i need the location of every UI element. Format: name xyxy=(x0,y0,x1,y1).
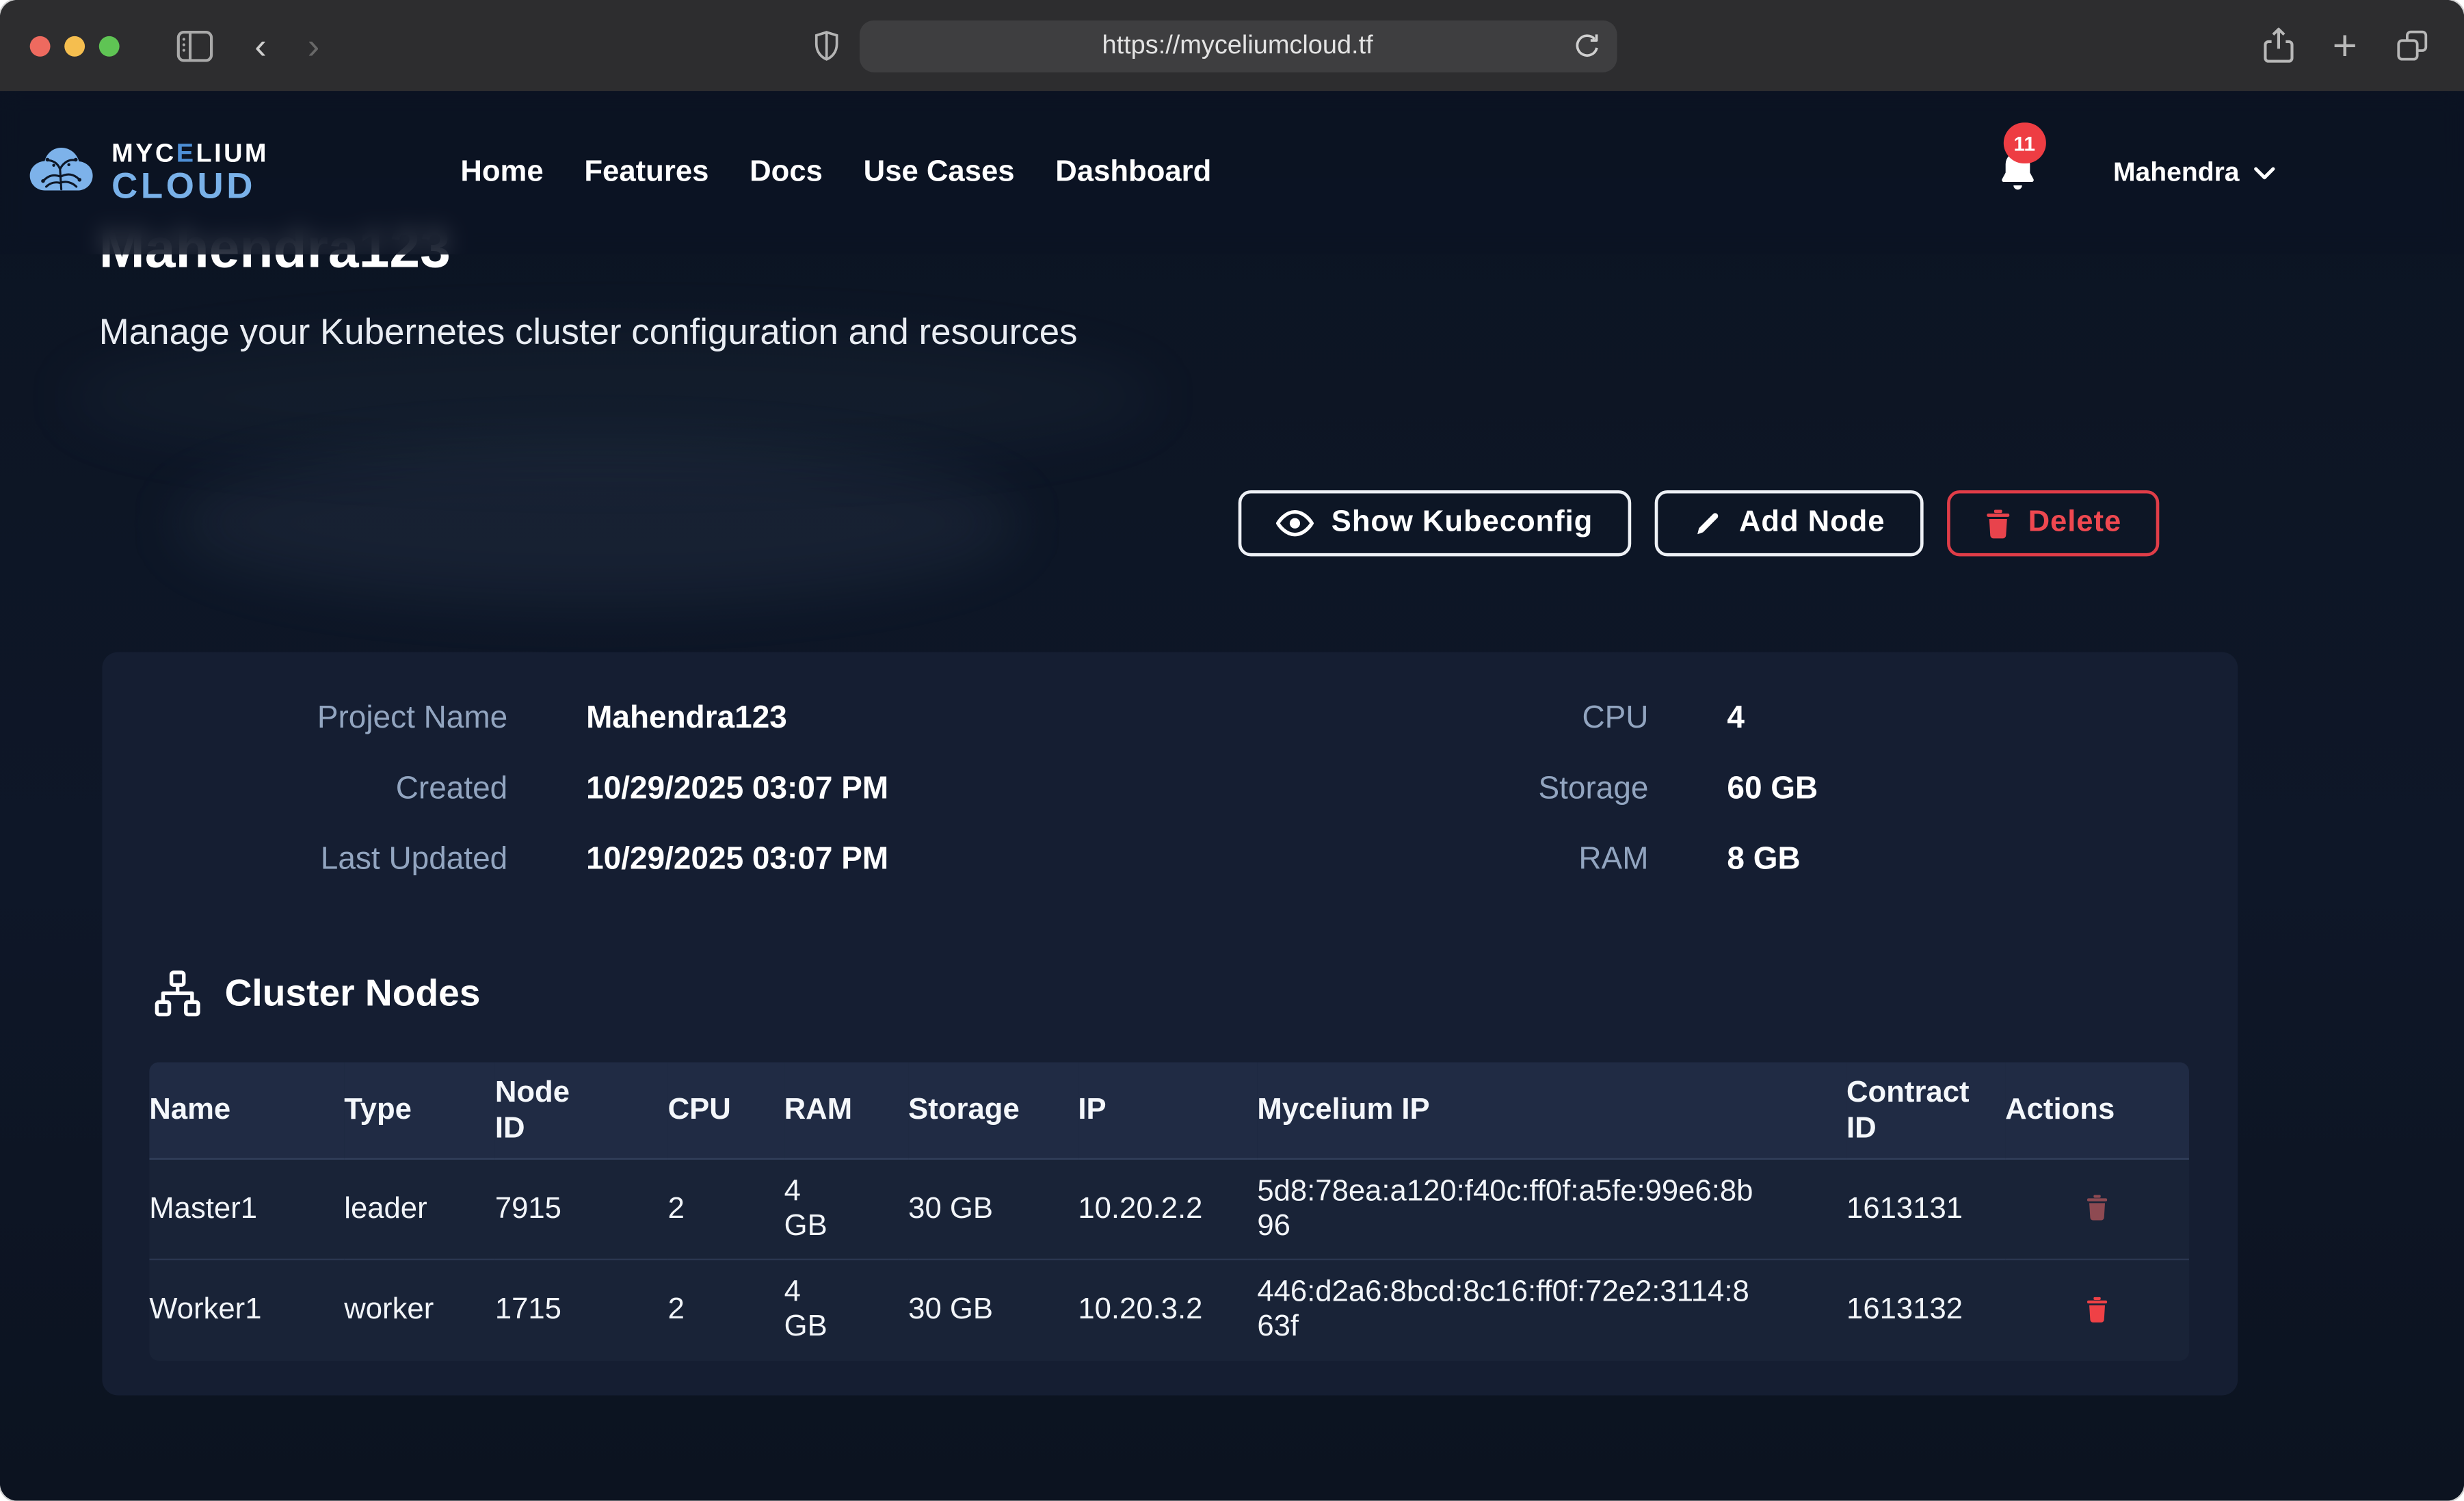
node-mycelium-ip: 446:d2a6:8bcd:8c16:ff0f:72e2:3114:863f xyxy=(1257,1260,1846,1361)
brand-logo[interactable]: MYCELIUM CLOUD xyxy=(23,141,269,204)
node-type: leader xyxy=(344,1159,495,1260)
col-storage: Storage xyxy=(908,1062,1078,1158)
cpu-value: 4 xyxy=(1727,700,2175,737)
browser-window: ‹ › https://myceliumcloud.tf xyxy=(0,0,2464,1500)
cluster-actions: Show Kubeconfig Add Node xyxy=(1238,490,2159,557)
node-ip: 10.20.3.2 xyxy=(1078,1260,1257,1361)
shield-icon xyxy=(813,30,838,62)
reload-icon[interactable] xyxy=(1572,31,1600,61)
background-glow xyxy=(173,444,1022,602)
user-name: Mahendra xyxy=(2113,157,2240,189)
node-id: 7915 xyxy=(495,1159,668,1260)
node-mycelium-ip: 5d8:78ea:a120:f40c:ff0f:a5fe:99e6:8b96 xyxy=(1257,1159,1846,1260)
info-label: Last Updated xyxy=(165,840,507,878)
share-icon[interactable] xyxy=(2263,27,2294,64)
page-subtitle: Manage your Kubernetes cluster configura… xyxy=(99,308,1078,355)
created-value: 10/29/2025 03:07 PM xyxy=(586,770,1246,808)
nav-dashboard[interactable]: Dashboard xyxy=(1055,155,1211,190)
table-row: Worker1 worker 1715 2 4 GB 30 GB 10.20.3… xyxy=(149,1260,2189,1361)
node-ip: 10.20.2.2 xyxy=(1078,1159,1257,1260)
cluster-nodes-table: Name Type Node ID CPU RAM Storage IP Myc… xyxy=(149,1062,2189,1361)
node-actions xyxy=(2005,1159,2189,1260)
node-storage: 30 GB xyxy=(908,1260,1078,1361)
trash-icon xyxy=(1984,508,2011,538)
table-header-row: Name Type Node ID CPU RAM Storage IP Myc… xyxy=(149,1062,2189,1158)
info-label: Created xyxy=(165,770,507,808)
show-kubeconfig-button[interactable]: Show Kubeconfig xyxy=(1238,490,1630,557)
last-updated-value: 10/29/2025 03:07 PM xyxy=(586,840,1246,878)
cluster-nodes-title: Cluster Nodes xyxy=(225,972,481,1016)
col-cpu: CPU xyxy=(668,1062,784,1158)
node-name: Master1 xyxy=(149,1159,344,1260)
node-actions xyxy=(2005,1260,2189,1361)
node-storage: 30 GB xyxy=(908,1159,1078,1260)
col-node-id: Node ID xyxy=(495,1062,668,1158)
back-icon[interactable]: ‹ xyxy=(254,27,267,64)
user-menu[interactable]: Mahendra xyxy=(2113,157,2275,189)
pencil-icon xyxy=(1692,508,1722,538)
info-label: RAM xyxy=(1325,840,1648,878)
node-id: 1715 xyxy=(495,1260,668,1361)
node-type: worker xyxy=(344,1260,495,1361)
cluster-info-grid: Project Name Mahendra123 CPU 4 Created 1… xyxy=(165,700,2175,879)
network-icon xyxy=(153,970,203,1020)
chevron-down-icon xyxy=(2253,165,2275,180)
brand-name-top: MYCELIUM xyxy=(111,141,269,167)
brand-name-bottom: CLOUD xyxy=(111,168,269,204)
delete-cluster-button[interactable]: Delete xyxy=(1946,490,2159,557)
col-ip: IP xyxy=(1078,1062,1257,1158)
project-name-value: Mahendra123 xyxy=(586,700,1246,737)
notifications-button[interactable]: 11 xyxy=(1993,148,2041,198)
table-row: Master1 leader 7915 2 4 GB 30 GB 10.20.2… xyxy=(149,1159,2189,1260)
node-contract-id: 1613132 xyxy=(1846,1260,2005,1361)
nav-features[interactable]: Features xyxy=(584,155,708,190)
add-node-button[interactable]: Add Node xyxy=(1654,490,1923,557)
col-mycelium-ip: Mycelium IP xyxy=(1257,1062,1846,1158)
nav-home[interactable]: Home xyxy=(460,155,543,190)
notification-badge: 11 xyxy=(2003,122,2045,163)
site-header: MYCELIUM CLOUD Home Features Docs Use Ca… xyxy=(0,91,2464,254)
cluster-details-panel: Project Name Mahendra123 CPU 4 Created 1… xyxy=(102,652,2238,1396)
cluster-nodes-heading: Cluster Nodes xyxy=(153,970,481,1020)
node-contract-id: 1613131 xyxy=(1846,1159,2005,1260)
col-actions: Actions xyxy=(2005,1062,2189,1158)
forward-icon[interactable]: › xyxy=(308,27,320,64)
info-label: Storage xyxy=(1325,770,1648,808)
main-nav: Home Features Docs Use Cases Dashboard xyxy=(460,155,1211,190)
minimize-window-button[interactable] xyxy=(64,36,85,56)
nav-docs[interactable]: Docs xyxy=(750,155,823,190)
cloud-logo-icon xyxy=(23,143,98,202)
browser-chrome: ‹ › https://myceliumcloud.tf xyxy=(0,0,2464,91)
node-ram: 4 GB xyxy=(784,1159,909,1260)
col-type: Type xyxy=(344,1062,495,1158)
traffic-lights xyxy=(30,36,120,56)
delete-node-icon[interactable] xyxy=(2079,1188,2115,1227)
node-cpu: 2 xyxy=(668,1260,784,1361)
col-name: Name xyxy=(149,1062,344,1158)
url-bar[interactable]: https://myceliumcloud.tf xyxy=(859,20,1617,72)
page-content: Mahendra123 Manage your Kubernetes clust… xyxy=(0,91,2464,1500)
delete-node-icon[interactable] xyxy=(2079,1289,2115,1328)
info-label: Project Name xyxy=(165,700,507,737)
node-name: Worker1 xyxy=(149,1260,344,1361)
close-window-button[interactable] xyxy=(30,36,51,56)
sidebar-toggle-icon[interactable] xyxy=(176,29,213,62)
storage-value: 60 GB xyxy=(1727,770,2175,808)
tabs-overview-icon[interactable] xyxy=(2395,28,2430,63)
info-label: CPU xyxy=(1325,700,1648,737)
eye-icon xyxy=(1276,509,1314,537)
new-tab-icon[interactable]: + xyxy=(2333,25,2357,67)
col-ram: RAM xyxy=(784,1062,909,1158)
url-text: https://myceliumcloud.tf xyxy=(1102,31,1373,61)
node-ram: 4 GB xyxy=(784,1260,909,1361)
nav-use-cases[interactable]: Use Cases xyxy=(864,155,1015,190)
ram-value: 8 GB xyxy=(1727,840,2175,878)
col-contract-id: Contract ID xyxy=(1846,1062,2005,1158)
node-cpu: 2 xyxy=(668,1159,784,1260)
zoom-window-button[interactable] xyxy=(99,36,120,56)
